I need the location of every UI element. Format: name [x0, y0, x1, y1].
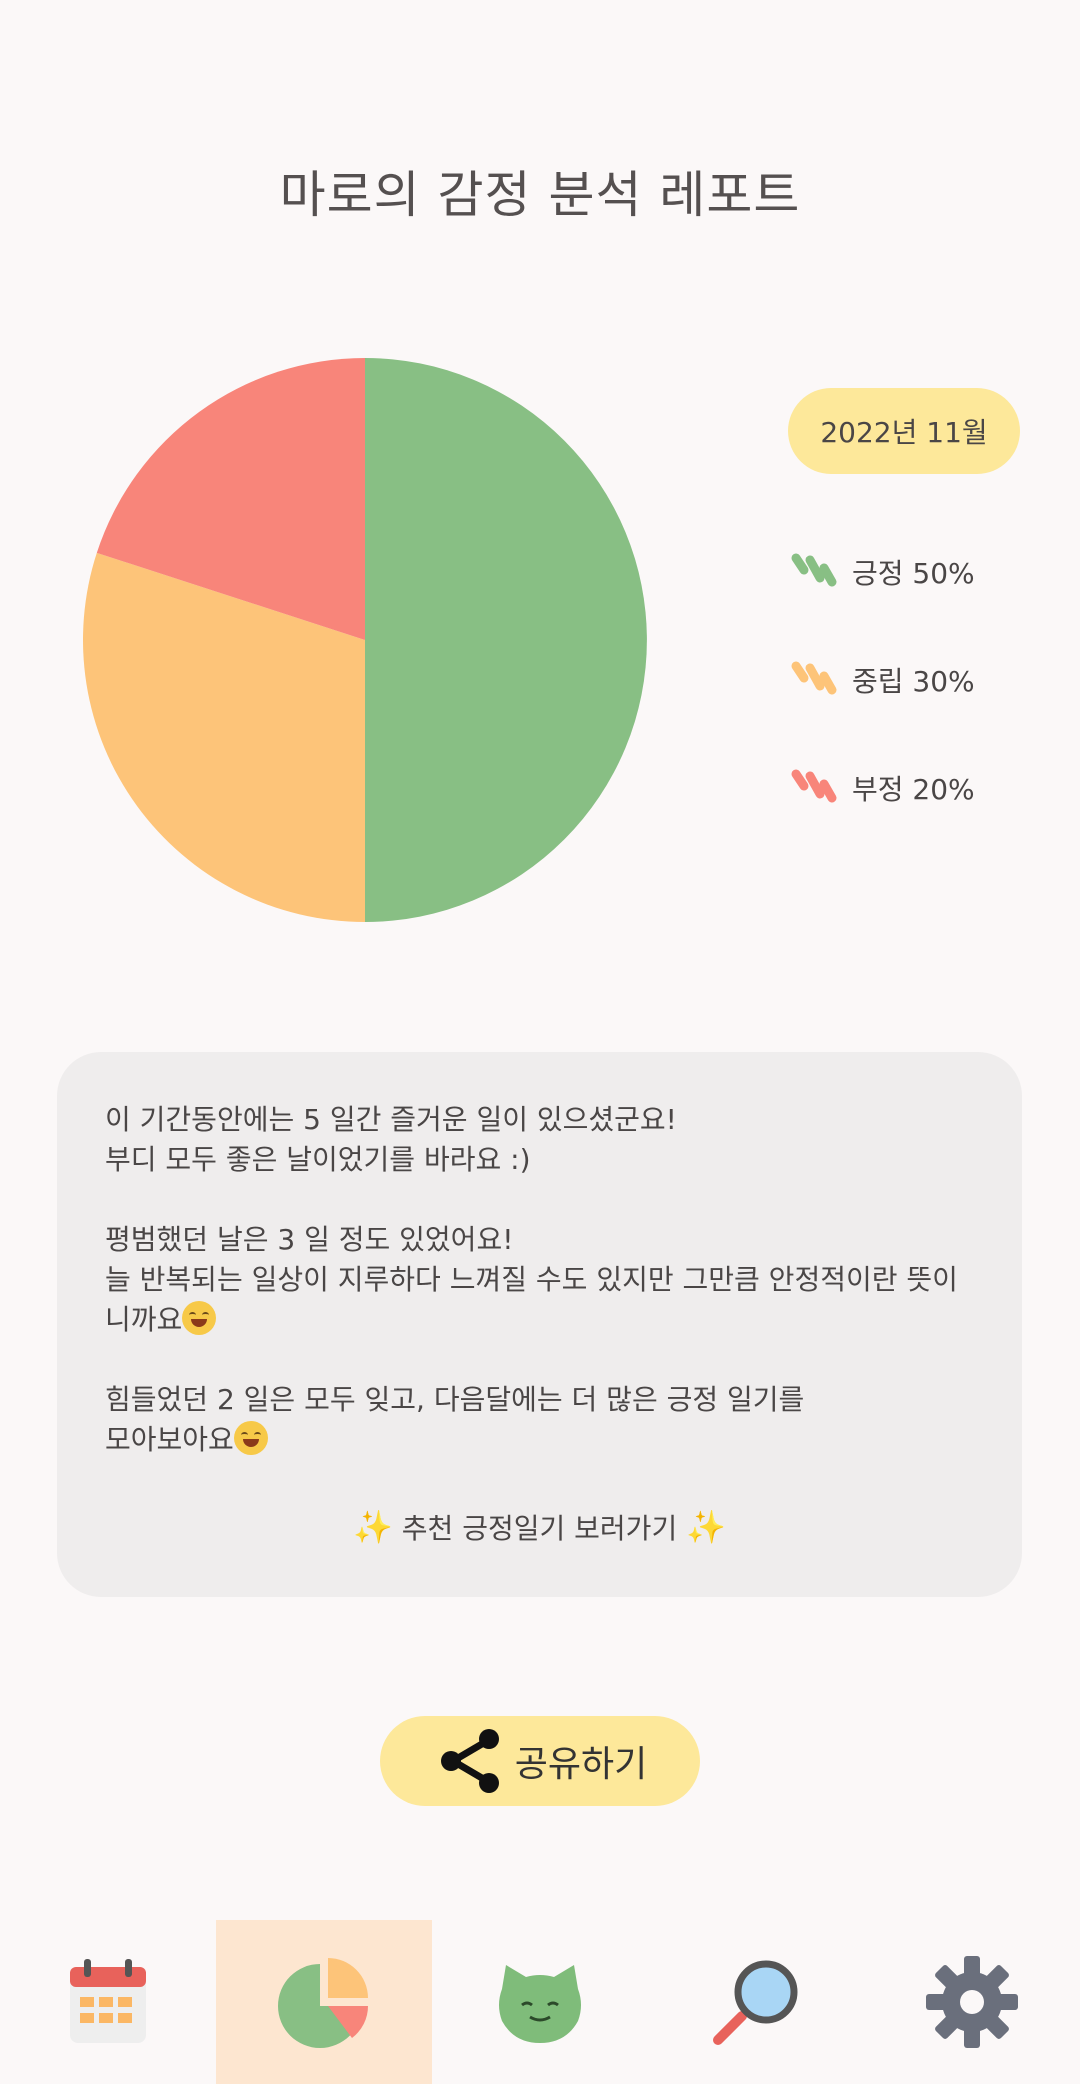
legend-label: 부정 20% — [852, 773, 975, 806]
sparkles-icon: ✨ — [353, 1508, 393, 1546]
share-icon — [440, 1729, 499, 1793]
sparkles-icon: ✨ — [686, 1508, 726, 1546]
legend-swatch-icon — [791, 769, 837, 803]
legend-label: 긍정 50% — [852, 557, 975, 590]
neutral-summary: 평범했던 날은 3 일 정도 있었어요! 늘 반복되는 일상이 지루하다 느껴질… — [105, 1223, 958, 1336]
legend-negative: 부정 20% — [788, 758, 975, 818]
page-title: 마로의 감정 분석 레포트 — [279, 166, 801, 224]
negative-summary: 힘들었던 2 일은 모두 잊고, 다음달에는 더 많은 긍정 일기를 모아보아요 — [105, 1383, 805, 1456]
legend-swatch-icon — [791, 553, 837, 587]
emotion-pie-chart — [82, 358, 647, 922]
recommend-positive-link[interactable]: ✨ 추천 긍정일기 보러가기 ✨ — [57, 1507, 1022, 1549]
share-label: 공유하기 — [514, 1744, 648, 1785]
gear-icon — [926, 1956, 1018, 2048]
legend-positive: 긍정 50% — [788, 542, 975, 602]
legend-label: 중립 30% — [852, 665, 975, 698]
tab-settings[interactable] — [864, 1920, 1080, 2084]
tab-calendar[interactable] — [0, 1920, 216, 2084]
pie-slice-0 — [365, 358, 647, 922]
report-card: 이 기간동안에는 5 일간 즐거운 일이 있으셨군요! 부디 모두 좋은 날이었… — [57, 1052, 1022, 1597]
smiling-emoji-icon — [182, 1301, 217, 1335]
legend-swatch-icon — [791, 661, 837, 695]
share-button[interactable]: 공유하기 — [380, 1716, 700, 1806]
bottom-tab-bar — [0, 1920, 1080, 2084]
legend-neutral: 중립 30% — [788, 650, 975, 710]
tab-statistics[interactable] — [216, 1920, 432, 2084]
tab-search[interactable] — [648, 1920, 864, 2084]
positive-summary: 이 기간동안에는 5 일간 즐거운 일이 있으셨군요! 부디 모두 좋은 날이었… — [105, 1103, 677, 1176]
calendar-icon — [70, 1959, 146, 2043]
pie-chart-icon — [278, 1958, 368, 2048]
month-selector[interactable]: 2022년 11월 — [788, 388, 1020, 474]
search-icon — [713, 1960, 798, 2045]
tab-character[interactable] — [432, 1920, 648, 2084]
character-icon — [499, 1965, 581, 2043]
laughing-emoji-icon — [233, 1421, 268, 1455]
